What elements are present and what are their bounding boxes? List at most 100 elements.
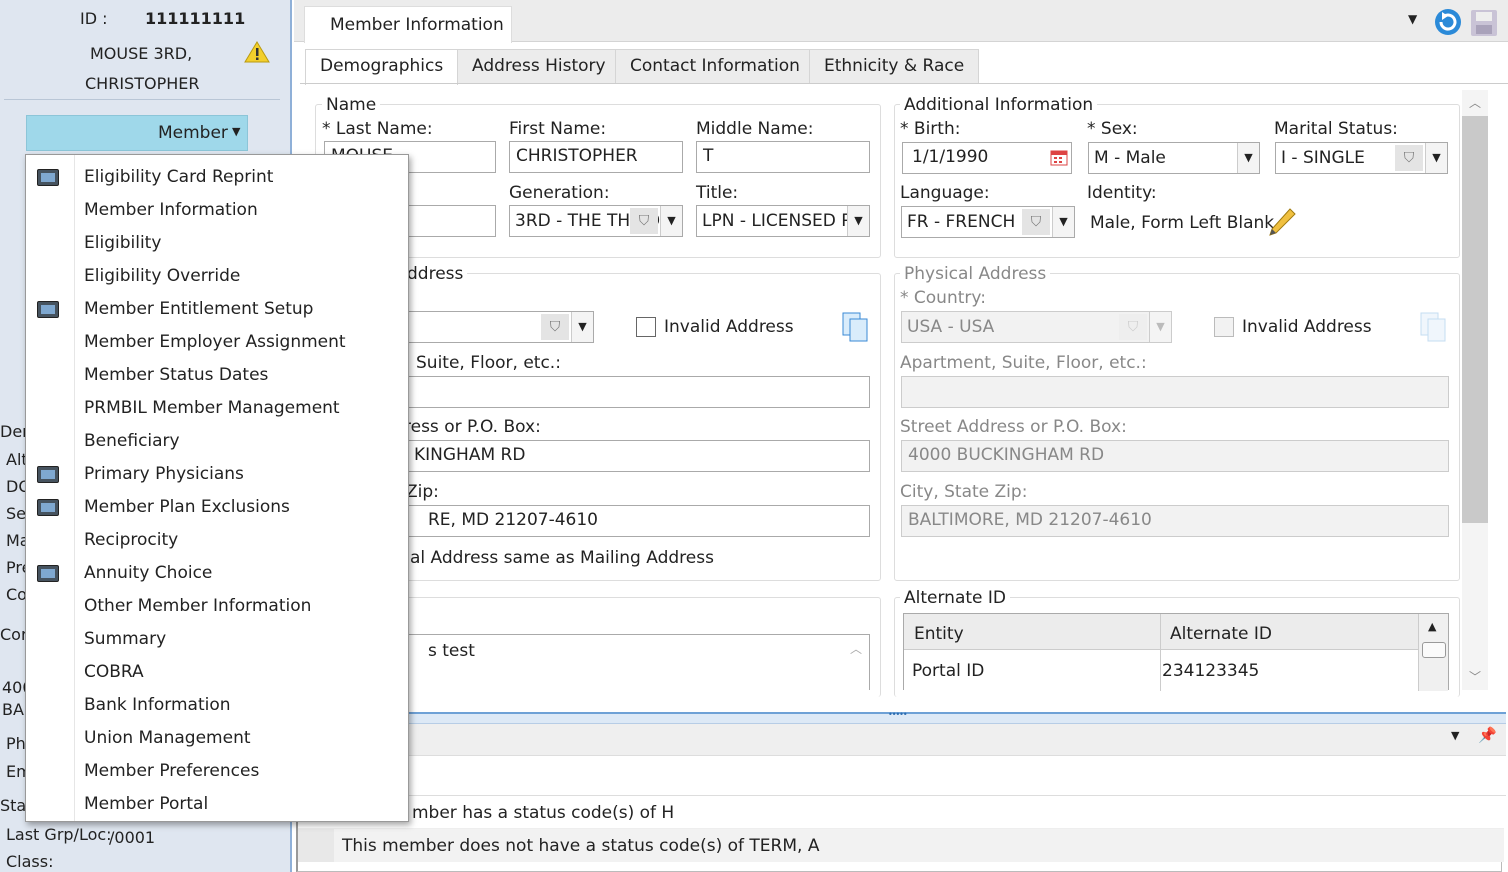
mailing-street-label: ress or P.O. Box: [404,417,541,437]
warning-icon[interactable] [244,40,270,64]
title-select[interactable]: LPN - LICENSED PRACTICAL NURSE▼ [696,205,870,237]
monitor-icon [37,565,59,582]
main-scrollbar[interactable]: ︿ ﹀ [1462,90,1488,690]
member-dropdown-menu: Eligibility Card Reprint Member Informati… [25,154,409,822]
mailing-apt-label: Suite, Floor, etc.: [416,353,561,373]
middle-name-label: Middle Name: [696,119,814,139]
clipped-text: Stat [0,796,26,815]
menu-item-prmbil-member-management[interactable]: PRMBIL Member Management [26,390,408,423]
physical-invalid-checkbox[interactable] [1214,317,1234,337]
chevron-up-icon: ▲ [1428,620,1437,633]
tab-label: Contact Information [630,56,800,76]
menu-item-eligibility[interactable]: Eligibility [26,225,408,258]
menu-item-member-information[interactable]: Member Information [26,192,408,225]
name-group-title: Name [322,95,381,115]
physical-country-select[interactable]: USA - USA ⛉ ▼ [901,311,1172,343]
chevron-down-icon: ▼ [232,125,241,138]
menu-item-primary-physicians[interactable]: Primary Physicians [26,456,408,489]
chevron-down-icon: ﹀ [1469,670,1482,684]
menu-item-cobra[interactable]: COBRA [26,654,408,687]
grid-scrollbar[interactable]: ▲ [1418,614,1448,691]
menu-item-eligibility-card-reprint[interactable]: Eligibility Card Reprint [26,159,408,192]
menu-item-member-preferences[interactable]: Member Preferences [26,753,408,786]
splitter[interactable]: ••••• [296,710,1506,724]
menu-item-summary[interactable]: Summary [26,621,408,654]
menu-item-label: Eligibility Override [84,266,241,286]
mailing-invalid-label: Invalid Address [664,317,794,337]
menu-item-member-plan-exclusions[interactable]: Member Plan Exclusions [26,489,408,522]
member-menu-button[interactable]: Member ▼ [26,115,248,151]
tab-label: Demographics [320,56,444,76]
birth-date-input[interactable]: 1/1/1990 [902,142,1072,174]
copy-icon[interactable] [840,311,870,343]
chevron-down-icon: ▼ [847,206,869,236]
identity-label: Identity: [1087,183,1157,203]
grid-cell-alternate-id[interactable]: 234123345 [1162,661,1259,681]
save-icon[interactable] [1470,9,1498,37]
generation-label: Generation: [509,183,610,203]
id-value: 111111111 [145,9,246,28]
menu-item-member-status-dates[interactable]: Member Status Dates [26,357,408,390]
dropdown-icon[interactable]: ▼ [1408,12,1417,26]
refresh-icon[interactable] [1433,7,1463,37]
scrollbar-thumb[interactable] [1462,116,1488,523]
menu-item-member-entitlement-setup[interactable]: Member Entitlement Setup [26,291,408,324]
member-menu-label: Member [158,123,228,143]
sex-label: * Sex: [1087,119,1138,139]
menu-item-label: Member Entitlement Setup [84,299,314,319]
physical-invalid-label: Invalid Address [1242,317,1372,337]
tab-contact-information[interactable]: Contact Information [615,49,815,83]
menu-item-member-portal[interactable]: Member Portal [26,786,408,819]
middle-name-input[interactable]: T [696,141,870,173]
chevron-down-icon: ▼ [1425,143,1447,173]
physical-apt-input[interactable] [901,376,1449,408]
chevron-down-icon: ▼ [1052,207,1074,237]
grid-header-alternate-id[interactable]: Alternate ID [1170,624,1272,644]
grid-header-entity[interactable]: Entity [914,624,964,644]
menu-item-label: Member Status Dates [84,365,269,385]
filter-icon: ⛉ [541,314,569,340]
mailing-invalid-checkbox[interactable] [636,317,656,337]
chevron-down-icon: ▼ [1237,143,1259,173]
alternate-id-grid: Entity Alternate ID Portal ID 234123345 … [903,613,1449,691]
menu-item-beneficiary[interactable]: Beneficiary [26,423,408,456]
physical-city-label: City, State Zip: [900,482,1028,502]
physical-city-input[interactable]: BALTIMORE, MD 21207-4610 [901,505,1449,537]
tab-demographics[interactable]: Demographics [305,49,459,85]
copy-icon[interactable] [1418,311,1448,343]
sex-select[interactable]: M - Male ▼ [1088,142,1260,174]
message-text: This member does not have a status code(… [342,836,820,856]
title-label: Title: [696,183,739,203]
menu-item-annuity-choice[interactable]: Annuity Choice [26,555,408,588]
generation-select[interactable]: 3RD - THE THIRD ⛉ ▼ [509,205,683,237]
marital-status-label: Marital Status: [1274,119,1398,139]
menu-item-bank-information[interactable]: Bank Information [26,687,408,720]
message-row[interactable]: This member does not have a status code(… [298,829,1504,862]
tab-address-history[interactable]: Address History [457,49,621,83]
menu-item-member-employer-assignment[interactable]: Member Employer Assignment [26,324,408,357]
physical-street-input[interactable]: 4000 BUCKINGHAM RD [901,440,1449,472]
grip-dots: ••••• [888,710,908,719]
menu-item-label: Member Portal [84,794,209,814]
marital-status-select[interactable]: I - SINGLE ⛉ ▼ [1275,142,1448,174]
menu-item-eligibility-override[interactable]: Eligibility Override [26,258,408,291]
message-row[interactable]: mber has a status code(s) of H [298,796,1504,829]
pin-icon[interactable]: 📌 [1478,726,1497,744]
chevron-down-icon[interactable]: ▼ [1451,729,1459,742]
menu-item-label: Member Plan Exclusions [84,497,290,517]
menu-item-union-management[interactable]: Union Management [26,720,408,753]
chevron-up-icon[interactable]: ︿ [850,640,862,657]
calendar-icon[interactable] [1050,148,1068,166]
menu-item-other-member-information[interactable]: Other Member Information [26,588,408,621]
menu-item-reciprocity[interactable]: Reciprocity [26,522,408,555]
pencil-icon[interactable] [1266,206,1298,238]
grid-cell-entity[interactable]: Portal ID [912,661,984,681]
window-tab[interactable]: Member Information [304,6,512,43]
tab-ethnicity-race[interactable]: Ethnicity & Race [809,49,980,83]
first-name-input[interactable]: CHRISTOPHER [509,141,683,173]
filter-icon: ⛉ [1022,209,1050,235]
main-content: Member Information ▼ Demographics Addres… [294,0,1508,872]
last-grp-label: Last Grp/Loc: [6,825,112,844]
chevron-up-icon: ︿ [1469,96,1482,110]
language-select[interactable]: FR - FRENCH ⛉ ▼ [901,206,1075,238]
